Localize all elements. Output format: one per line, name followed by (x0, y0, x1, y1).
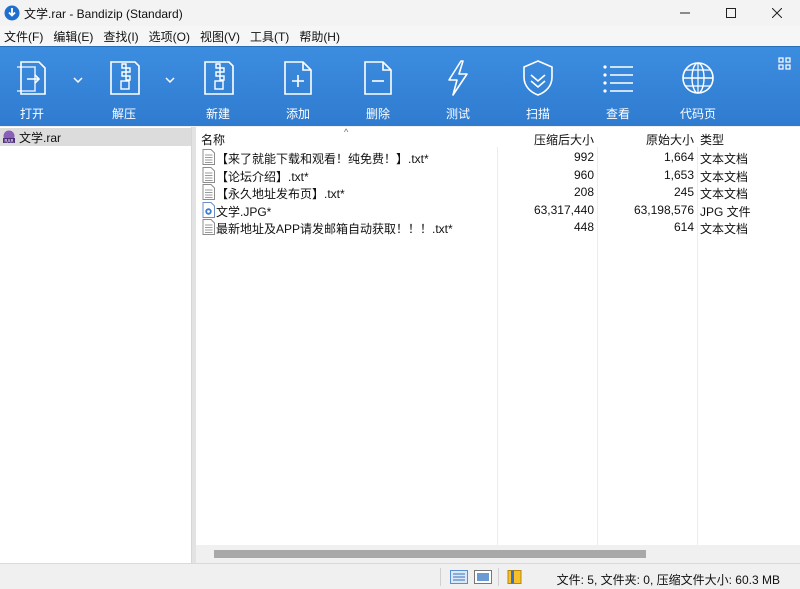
text-file-icon (202, 219, 215, 235)
menu-find[interactable]: 查找(I) (99, 28, 144, 45)
rar-archive-icon: RAR (3, 130, 15, 144)
preview-pane-icon[interactable] (474, 570, 492, 584)
close-icon (772, 8, 782, 18)
delete-button[interactable]: 删除 (348, 47, 408, 127)
horizontal-scrollbar[interactable] (196, 545, 800, 563)
file-row[interactable]: 【来了就能下载和观看！纯免费！】.txt* 992 1,664 文本文档 (196, 148, 800, 166)
file-original-size: 614 (673, 220, 694, 234)
extract-button[interactable]: 解压 (94, 47, 154, 127)
delete-label: 删除 (365, 107, 390, 121)
file-name: 【来了就能下载和观看！纯免费！】.txt* (216, 152, 429, 166)
list-header: 名称 ^ 压缩后大小 原始大小 类型 (196, 127, 800, 147)
details-view-icon[interactable] (450, 570, 468, 584)
file-name: 最新地址及APP请发邮箱自动获取！！！.txt* (216, 222, 453, 236)
file-type: 文本文档 (700, 152, 749, 166)
file-compressed-size: 208 (573, 185, 594, 199)
title-bar: 文学.rar - Bandizip (Standard) (0, 0, 800, 26)
add-button[interactable]: 添加 (268, 47, 328, 127)
menu-bar: 文件(F) 编辑(E) 查找(I) 选项(O) 视图(V) 工具(T) 帮助(H… (0, 26, 800, 46)
menu-file[interactable]: 文件(F) (0, 28, 49, 45)
text-file-icon (202, 184, 215, 200)
sort-ascending-icon: ^ (344, 127, 349, 137)
codepage-button[interactable]: 代码页 (668, 47, 728, 127)
bandizip-app-icon (4, 5, 20, 21)
open-label: 打开 (19, 107, 44, 121)
folder-tree-pane: RAR 文学.rar (0, 127, 192, 563)
file-compressed-size: 992 (573, 150, 594, 164)
new-button[interactable]: 新建 (188, 47, 248, 127)
file-list-pane: 名称 ^ 压缩后大小 原始大小 类型 【来了就能下载和观看！纯免费！】.txt*… (196, 127, 800, 563)
text-file-icon (202, 149, 215, 165)
menu-view[interactable]: 视图(V) (196, 28, 246, 45)
file-row[interactable]: 文学.JPG* 63,317,440 63,198,576 JPG 文件 (196, 201, 800, 219)
status-summary: 文件: 5, 文件夹: 0, 压缩文件大小: 60.3 MB (556, 573, 780, 587)
file-name: 【永久地址发布页】.txt* (216, 187, 345, 201)
column-header-type[interactable]: 类型 (700, 131, 724, 148)
menu-options[interactable]: 选项(O) (145, 28, 196, 45)
horizontal-scrollbar-thumb[interactable] (214, 550, 646, 558)
tree-item-archive-root[interactable]: RAR 文学.rar (0, 128, 191, 146)
window-controls (662, 0, 800, 26)
extract-dropdown-chevron-icon[interactable] (163, 73, 177, 87)
open-button[interactable]: 打开 (2, 47, 62, 127)
column-header-compressed-size[interactable]: 压缩后大小 (534, 131, 594, 148)
grid-menu-icon[interactable] (778, 57, 792, 71)
extract-label: 解压 (111, 107, 136, 121)
file-original-size: 245 (673, 185, 694, 199)
file-type: 文本文档 (700, 187, 749, 201)
file-row[interactable]: 【论坛介绍】.txt* 960 1,653 文本文档 (196, 166, 800, 184)
status-divider (498, 568, 499, 586)
view-button[interactable]: 查看 (588, 47, 648, 127)
scan-button[interactable]: 扫描 (508, 47, 568, 127)
svg-text:RAR: RAR (4, 138, 13, 144)
file-compressed-size: 448 (573, 220, 594, 234)
column-header-name[interactable]: 名称 (201, 131, 225, 148)
test-button[interactable]: 测试 (428, 47, 488, 127)
archive-info-icon[interactable] (506, 570, 524, 584)
status-bar: 文件: 5, 文件夹: 0, 压缩文件大小: 60.3 MB (0, 563, 800, 589)
scan-label: 扫描 (525, 107, 550, 121)
menu-help[interactable]: 帮助(H) (295, 28, 346, 45)
lightning-icon (448, 60, 468, 96)
add-label: 添加 (285, 107, 310, 121)
file-type: 文本文档 (700, 222, 749, 236)
file-compressed-size: 63,317,440 (533, 203, 594, 217)
new-label: 新建 (205, 107, 230, 121)
column-header-original-size[interactable]: 原始大小 (646, 131, 694, 148)
open-dropdown-chevron-icon[interactable] (71, 73, 85, 87)
codepage-label: 代码页 (679, 107, 716, 121)
tree-item-label: 文学.rar (19, 130, 62, 145)
minimize-button[interactable] (662, 0, 708, 26)
extract-icon (110, 61, 140, 95)
close-button[interactable] (754, 0, 800, 26)
file-original-size: 63,198,576 (633, 203, 694, 217)
status-divider (440, 568, 441, 586)
new-archive-icon (204, 61, 234, 95)
text-file-icon (202, 167, 215, 183)
file-row[interactable]: 最新地址及APP请发邮箱自动获取！！！.txt* 448 614 文本文档 (196, 218, 800, 236)
file-compressed-size: 960 (573, 168, 594, 182)
delete-file-icon (364, 61, 392, 95)
toolbar: 打开 解压 新建 添加 删除 测试 扫描 查看 代码页 (0, 46, 800, 126)
menu-edit[interactable]: 编辑(E) (49, 28, 99, 45)
maximize-icon (726, 8, 736, 18)
menu-tools[interactable]: 工具(T) (246, 28, 295, 45)
window-title: 文学.rar - Bandizip (Standard) (24, 6, 183, 21)
add-file-icon (284, 61, 312, 95)
file-original-size: 1,653 (663, 168, 694, 182)
maximize-button[interactable] (708, 0, 754, 26)
minimize-icon (680, 12, 690, 14)
open-icon (17, 61, 46, 95)
shield-icon (523, 60, 553, 96)
file-row[interactable]: 【永久地址发布页】.txt* 208 245 文本文档 (196, 183, 800, 201)
image-file-icon (202, 202, 215, 218)
view-label: 查看 (605, 107, 630, 121)
test-label: 测试 (445, 107, 470, 121)
list-view-icon (603, 65, 633, 93)
globe-icon (682, 62, 714, 94)
file-original-size: 1,664 (663, 150, 694, 164)
